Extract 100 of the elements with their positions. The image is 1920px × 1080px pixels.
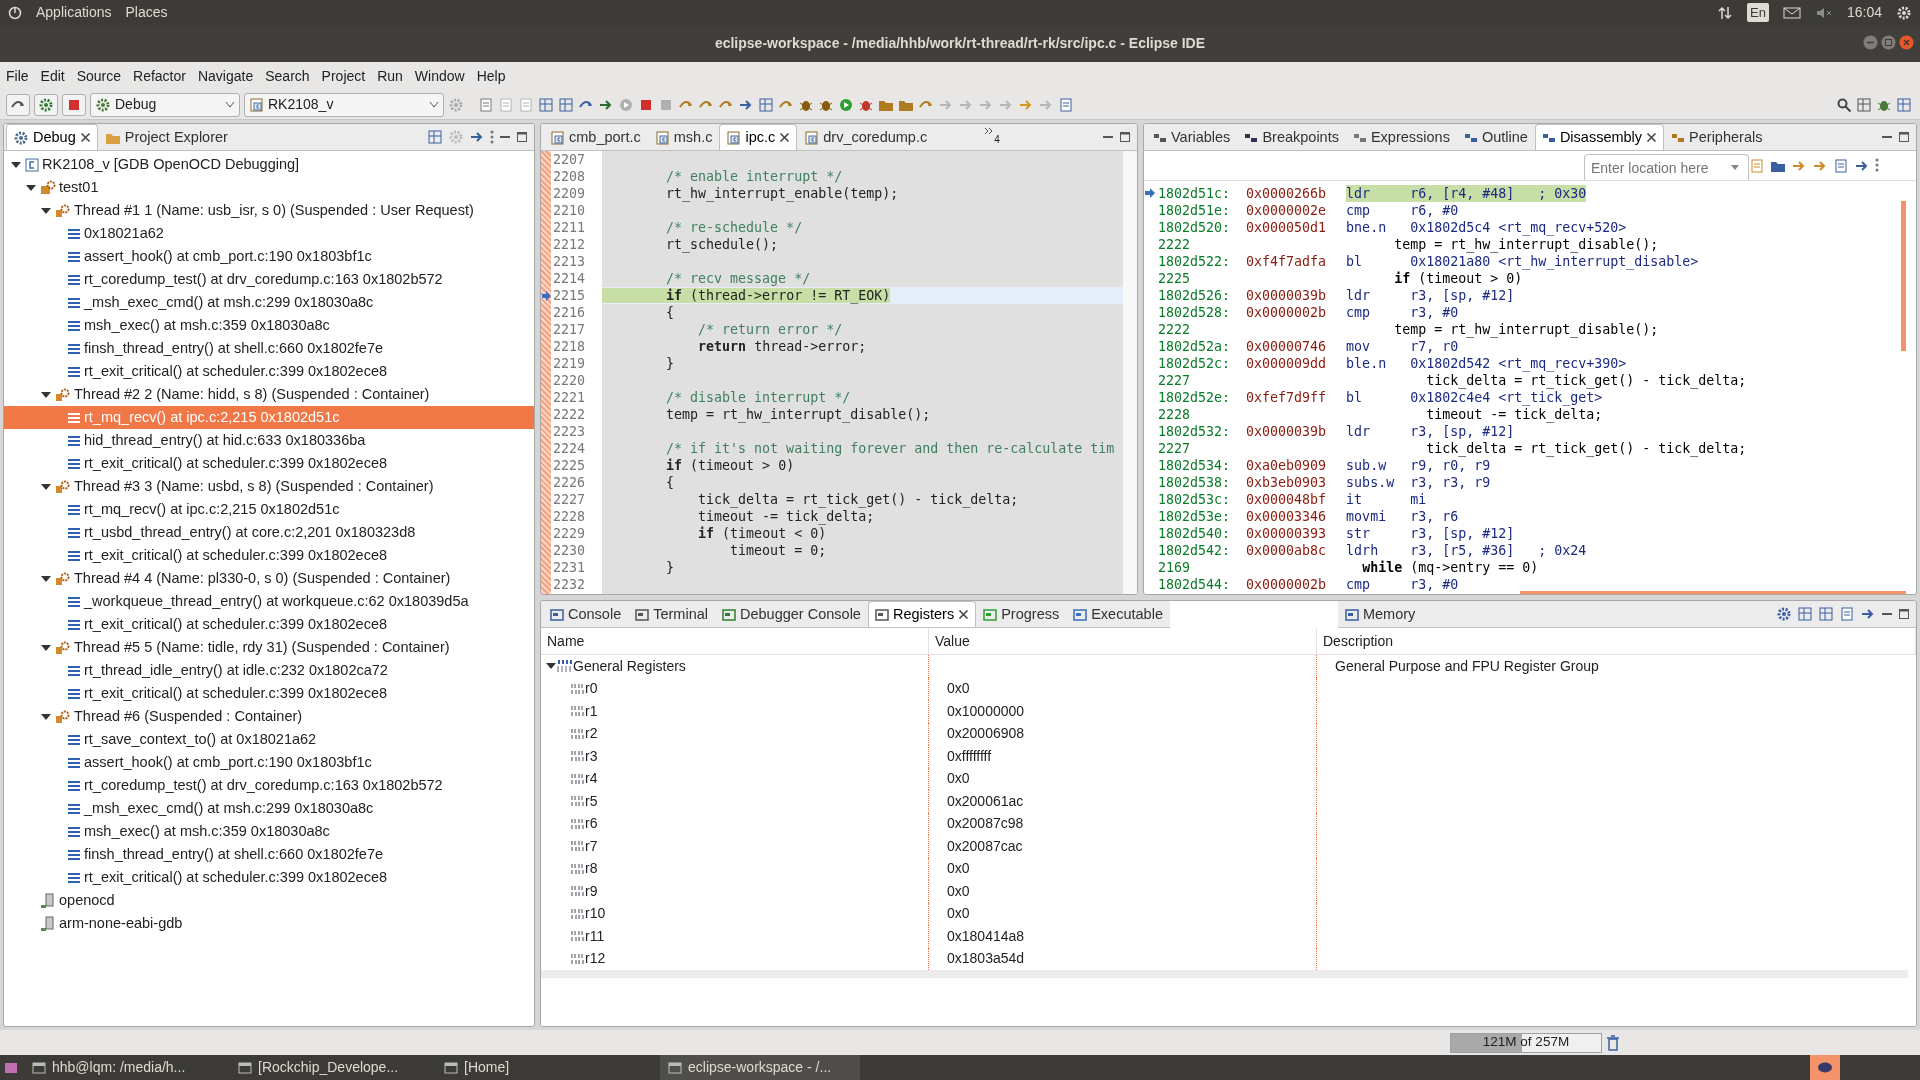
tree-item[interactable]: 0x18021a62	[4, 222, 534, 245]
view-tab[interactable]: Memory	[1337, 601, 1423, 627]
tree-item[interactable]: assert_hook() at cmb_port.c:190 0x1803bf1c	[4, 751, 534, 774]
menu-item[interactable]: Help	[476, 65, 506, 87]
register-name[interactable]: r12	[585, 948, 606, 970]
tree-item[interactable]: rt_exit_critical() at scheduler.c:399 0x1802ece8	[4, 613, 534, 636]
view-tab[interactable]: Console	[543, 601, 629, 627]
menu-item[interactable]: Run	[377, 65, 403, 87]
register-name[interactable]: r0	[585, 678, 598, 700]
panel-menu[interactable]: Places	[125, 2, 168, 23]
more-icon[interactable]	[490, 130, 494, 144]
tree-item[interactable]: finsh_thread_entry() at shell.c:660 0x1802fe7e	[4, 337, 534, 360]
view-tab[interactable]: Progress	[976, 601, 1067, 627]
window-icon[interactable]	[1856, 96, 1872, 113]
tree-item[interactable]: rt_exit_critical() at scheduler.c:399 0x1802ece8	[4, 682, 534, 705]
panel-menu[interactable]: Applications	[36, 2, 112, 23]
taskbar-item[interactable]: eclipse-workspace - /...	[660, 1055, 860, 1080]
register-name[interactable]: r11	[585, 925, 605, 947]
tree-item[interactable]: rt_save_context_to() at 0x18021a62	[4, 728, 534, 751]
register-name[interactable]: r3	[585, 745, 598, 767]
column-header[interactable]: Value	[929, 628, 1317, 654]
menu-item[interactable]: Edit	[40, 65, 65, 87]
close-icon[interactable]	[1646, 132, 1658, 143]
tree-item[interactable]: rt_coredump_test() at drv_coredump.c:163 0x1802b572	[4, 774, 534, 797]
tab-overflow[interactable]: 4	[984, 127, 1000, 147]
window-icon[interactable]	[427, 129, 443, 145]
window-icon[interactable]	[538, 96, 554, 113]
close-icon[interactable]	[958, 609, 970, 620]
tree-item[interactable]: Thread #3 3 (Name: usbd, s 8) (Suspended : Container)	[4, 475, 534, 498]
page-icon[interactable]	[1833, 158, 1849, 174]
trash-icon[interactable]	[1606, 1034, 1620, 1051]
tray-app-icon[interactable]	[1810, 1055, 1840, 1080]
mail-icon[interactable]	[1782, 5, 1801, 20]
register-name[interactable]: r7	[585, 835, 598, 857]
tree-item[interactable]: _workqueue_thread_entry() at workqueue.c:62 0x18039d5a	[4, 590, 534, 613]
column-header[interactable]: Name	[541, 628, 929, 654]
tree-item[interactable]: hid_thread_entry() at hid.c:633 0x180336ba	[4, 429, 534, 452]
view-tab[interactable]: ipc.c	[719, 124, 798, 150]
tree-item[interactable]: rt_thread_idle_entry() at idle.c:232 0x1802ca72	[4, 659, 534, 682]
tree-item[interactable]: rt_exit_critical() at scheduler.c:399 0x1802ece8	[4, 866, 534, 889]
gear-icon[interactable]	[38, 96, 54, 113]
tree-item[interactable]: msh_exec() at msh.c:359 0x18030a8c	[4, 314, 534, 337]
register-name[interactable]: r4	[585, 768, 598, 790]
menu-item[interactable]: Source	[76, 65, 122, 87]
tree-item[interactable]: arm-none-eabi-gdb	[4, 912, 534, 935]
close-icon[interactable]	[79, 132, 91, 143]
tree-item[interactable]: openocd	[4, 889, 534, 912]
register-name[interactable]: r6	[585, 813, 598, 835]
tree-item[interactable]: _msh_exec_cmd() at msh.c:299 0x18030a8c	[4, 291, 534, 314]
view-tab[interactable]: Peripherals	[1664, 124, 1770, 150]
tree-item[interactable]: test01	[4, 176, 534, 199]
workspace-icon[interactable]	[4, 1061, 18, 1074]
power-icon[interactable]	[8, 5, 22, 20]
speaker-icon[interactable]	[1814, 5, 1833, 20]
tree-item[interactable]: rt_usbd_thread_entry() at core.c:2,201 0x180323d8	[4, 521, 534, 544]
window-icon[interactable]	[758, 96, 774, 113]
tree-item[interactable]: rt_coredump_test() at drv_coredump.c:163 0x1802b572	[4, 268, 534, 291]
more-icon[interactable]	[1875, 158, 1879, 172]
view-tab[interactable]: Debugger Console	[715, 601, 868, 627]
tree-item[interactable]: _msh_exec_cmd() at msh.c:299 0x18030a8c	[4, 797, 534, 820]
register-group-name[interactable]: General Registers	[573, 655, 686, 677]
location-field[interactable]: Enter location here	[1584, 154, 1749, 180]
tree-item[interactable]: Thread #5 5 (Name: tidle, rdy 31) (Suspended : Container)	[4, 636, 534, 659]
page-icon[interactable]	[1839, 606, 1855, 622]
register-name[interactable]: r2	[585, 723, 598, 745]
minimize-button[interactable]	[1863, 35, 1878, 50]
tree-item[interactable]: rt_exit_critical() at scheduler.c:399 0x1802ece8	[4, 452, 534, 475]
view-tab[interactable]: msh.c	[647, 124, 720, 150]
keyboard-layout[interactable]: En	[1747, 2, 1769, 23]
tree-item[interactable]: Thread #1 1 (Name: usb_isr, s 0) (Suspended : User Request)	[4, 199, 534, 222]
menu-item[interactable]: Project	[321, 65, 366, 87]
taskbar-item[interactable]: [Rockchip_Develope...	[230, 1055, 430, 1080]
view-tab[interactable]: Terminal	[628, 601, 715, 627]
gear-icon[interactable]	[1776, 606, 1792, 622]
close-button[interactable]	[1899, 35, 1914, 50]
window-icon[interactable]	[1896, 96, 1912, 113]
register-name[interactable]: r10	[585, 903, 606, 925]
view-tab[interactable]: cmb_port.c	[543, 124, 648, 150]
register-name[interactable]: r9	[585, 880, 598, 902]
menu-item[interactable]: Window	[414, 65, 465, 87]
register-name[interactable]: r8	[585, 858, 598, 880]
menu-item[interactable]: File	[6, 65, 29, 87]
maximize-icon[interactable]	[1119, 131, 1131, 143]
tree-item[interactable]: rt_exit_critical() at scheduler.c:399 0x1802ece8	[4, 544, 534, 567]
view-tab[interactable]: Debug	[6, 124, 98, 150]
maximize-button[interactable]	[1881, 35, 1896, 50]
view-tab[interactable]: Disassembly	[1534, 124, 1665, 150]
column-header[interactable]: Description	[1317, 628, 1916, 654]
clock[interactable]: 16:04	[1846, 2, 1882, 23]
close-icon[interactable]	[779, 132, 791, 143]
tree-item[interactable]: rt_exit_critical() at scheduler.c:399 0x1802ece8	[4, 360, 534, 383]
taskbar-item[interactable]: [Home]	[436, 1055, 636, 1080]
menu-item[interactable]: Search	[265, 65, 310, 87]
register-name[interactable]: r1	[585, 700, 598, 722]
gear-icon[interactable]	[1896, 4, 1912, 21]
launch-mode-combo[interactable]: Debug	[90, 92, 240, 117]
tree-item[interactable]: rt_mq_recv() at ipc.c:2,215 0x1802d51c	[4, 498, 534, 521]
window-icon[interactable]	[1818, 606, 1834, 622]
tree-item[interactable]: finsh_thread_entry() at shell.c:660 0x1802fe7e	[4, 843, 534, 866]
tree-item[interactable]: RK2108_v [GDB OpenOCD Debugging]	[4, 153, 534, 176]
